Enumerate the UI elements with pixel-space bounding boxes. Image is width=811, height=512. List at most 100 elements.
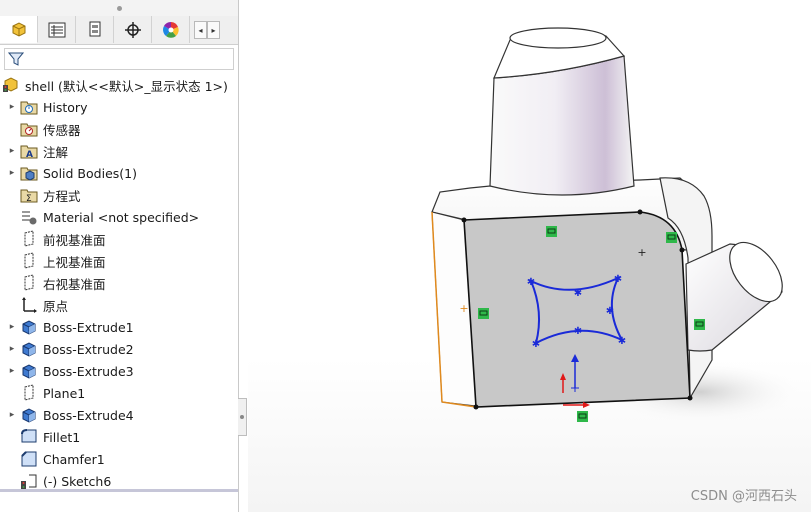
tab-scroll-right-button[interactable]: ▸ — [207, 21, 220, 39]
part-icon — [2, 76, 20, 94]
extrude-icon — [20, 318, 38, 336]
watermark-text: CSDN @河西石头 — [690, 489, 797, 504]
svg-text:Σ: Σ — [26, 194, 32, 204]
tab-scroll: ◂ ▸ — [194, 16, 220, 44]
tree-item-label: 右视基准面 — [43, 276, 106, 292]
panel-divider — [0, 489, 238, 492]
tree-item[interactable]: 右视基准面 — [0, 272, 238, 294]
tree-item-label: 注解 — [43, 144, 69, 160]
sketch-point-marker: ✱ — [574, 326, 582, 337]
relation-marker-icon[interactable] — [694, 319, 705, 330]
plane-icon — [20, 384, 38, 402]
history-folder-icon — [20, 98, 38, 116]
tree-item[interactable]: Plane1 — [0, 382, 238, 404]
expand-arrow-icon[interactable]: ▸ — [4, 146, 20, 156]
tree-item[interactable]: 原点 — [0, 294, 238, 316]
tab-scroll-left-button[interactable]: ◂ — [194, 21, 207, 39]
tree-item-label: 原点 — [43, 298, 69, 314]
tree-item[interactable]: Material <not specified> — [0, 206, 238, 228]
feature-tree: shell (默认<<默认>_显示状态 1>) ▸ History 传感器 ▸ A 注解 ▸… — [0, 74, 238, 492]
relation-marker-icon[interactable] — [577, 411, 588, 422]
filter-funnel-icon — [8, 52, 24, 66]
tree-item[interactable]: Chamfer1 — [0, 448, 238, 470]
tree-root-shell[interactable]: shell (默认<<默认>_显示状态 1>) — [0, 74, 238, 96]
face-vertex — [679, 247, 685, 253]
point-crosshair-icon: + — [637, 246, 646, 259]
tree-item-label: Boss-Extrude1 — [43, 319, 134, 335]
svg-text:A: A — [26, 150, 33, 160]
sketch-point-marker: ✱ — [614, 274, 622, 285]
solidworks-window: ◂ ▸ shell (默认<<默认>_显示状态 1>) ▸ History 传感… — [0, 0, 811, 512]
tree-filter-field[interactable] — [4, 48, 234, 70]
tree-item[interactable]: ▸ A 注解 — [0, 140, 238, 162]
panel-grip[interactable] — [0, 0, 238, 16]
tree-item[interactable]: 上视基准面 — [0, 250, 238, 272]
tree-item[interactable]: 前视基准面 — [0, 228, 238, 250]
plane-icon — [20, 252, 38, 270]
crosshair-icon — [124, 21, 141, 38]
relation-marker-icon[interactable] — [478, 308, 489, 319]
panel-splitter-handle[interactable] — [238, 398, 247, 436]
sketch-point-marker: ✱ — [532, 339, 540, 350]
tab-display-manager[interactable] — [152, 16, 190, 43]
tree-item[interactable]: Σ 方程式 — [0, 184, 238, 206]
plane-icon — [20, 274, 38, 292]
tree-item-label: Boss-Extrude4 — [43, 407, 134, 423]
tab-configuration-manager[interactable] — [76, 16, 114, 43]
relation-marker-icon[interactable] — [666, 232, 677, 243]
tree-item[interactable]: ▸ Boss-Extrude2 — [0, 338, 238, 360]
tree-item-label: Chamfer1 — [43, 451, 105, 467]
configuration-icon — [89, 21, 100, 36]
tree-item-label: 前视基准面 — [43, 232, 106, 248]
chamfer-icon — [20, 450, 38, 468]
origin-icon — [20, 296, 38, 314]
tree-root-label: shell (默认<<默认>_显示状态 1>) — [25, 78, 228, 94]
sketch-point-marker: ✱ — [606, 306, 614, 317]
tree-item[interactable]: ▸ History — [0, 96, 238, 118]
tree-item-label: 上视基准面 — [43, 254, 106, 270]
extrude-icon — [20, 362, 38, 380]
selected-front-face[interactable] — [463, 211, 691, 408]
tab-property-manager[interactable] — [38, 16, 76, 43]
equations-folder-icon: Σ — [20, 186, 38, 204]
tree-item[interactable]: ▸ Boss-Extrude3 — [0, 360, 238, 382]
sketch-icon — [20, 472, 38, 490]
sketch-point-marker: ✱ — [574, 288, 582, 299]
tree-item-label: (-) Sketch6 — [43, 473, 112, 489]
expand-arrow-icon[interactable]: ▸ — [4, 366, 20, 376]
tree-item[interactable]: 传感器 — [0, 118, 238, 140]
sensor-folder-icon — [20, 120, 38, 138]
extrude-icon — [20, 340, 38, 358]
face-vertex — [473, 404, 479, 410]
expand-arrow-icon[interactable]: ▸ — [4, 322, 20, 332]
expand-arrow-icon[interactable]: ▸ — [4, 410, 20, 420]
tab-dimxpert-manager[interactable] — [114, 16, 152, 43]
tree-item-label: Boss-Extrude3 — [43, 363, 134, 379]
expand-arrow-icon[interactable]: ▸ — [4, 168, 20, 178]
expand-arrow-icon[interactable]: ▸ — [4, 102, 20, 112]
sketch-point-marker: ✱ — [527, 277, 535, 288]
splitter-grip-icon — [240, 415, 244, 419]
face-vertex — [637, 209, 643, 215]
top-cylinder-cap — [509, 27, 607, 49]
relation-marker-icon[interactable] — [546, 226, 557, 237]
tab-feature-manager[interactable] — [0, 16, 38, 43]
tree-item-label: 传感器 — [43, 122, 81, 138]
point-crosshair-icon: + — [459, 302, 468, 315]
tree-item-label: Plane1 — [43, 385, 86, 401]
tree-item-label: 方程式 — [43, 188, 81, 204]
graphics-viewport[interactable]: ✱ ✱ ✱ ✱ ✱ ✱ ✱ + + CSDN @河西石头 — [248, 0, 811, 512]
expand-arrow-icon[interactable]: ▸ — [4, 344, 20, 354]
grip-dot-icon — [116, 5, 122, 11]
model-view: ✱ ✱ ✱ ✱ ✱ ✱ ✱ + + — [431, 27, 805, 424]
tree-item[interactable]: Fillet1 — [0, 426, 238, 448]
tree-item[interactable]: ▸ Boss-Extrude4 — [0, 404, 238, 426]
face-vertex — [687, 395, 693, 401]
sketch-point-marker: ✱ — [618, 336, 626, 347]
material-icon — [20, 208, 38, 226]
tree-item-label: History — [43, 99, 88, 115]
tree-item-label: Fillet1 — [43, 429, 81, 445]
feature-tree-icon — [12, 22, 25, 37]
tree-item[interactable]: ▸ Boss-Extrude1 — [0, 316, 238, 338]
tree-item[interactable]: ▸ Solid Bodies(1) — [0, 162, 238, 184]
